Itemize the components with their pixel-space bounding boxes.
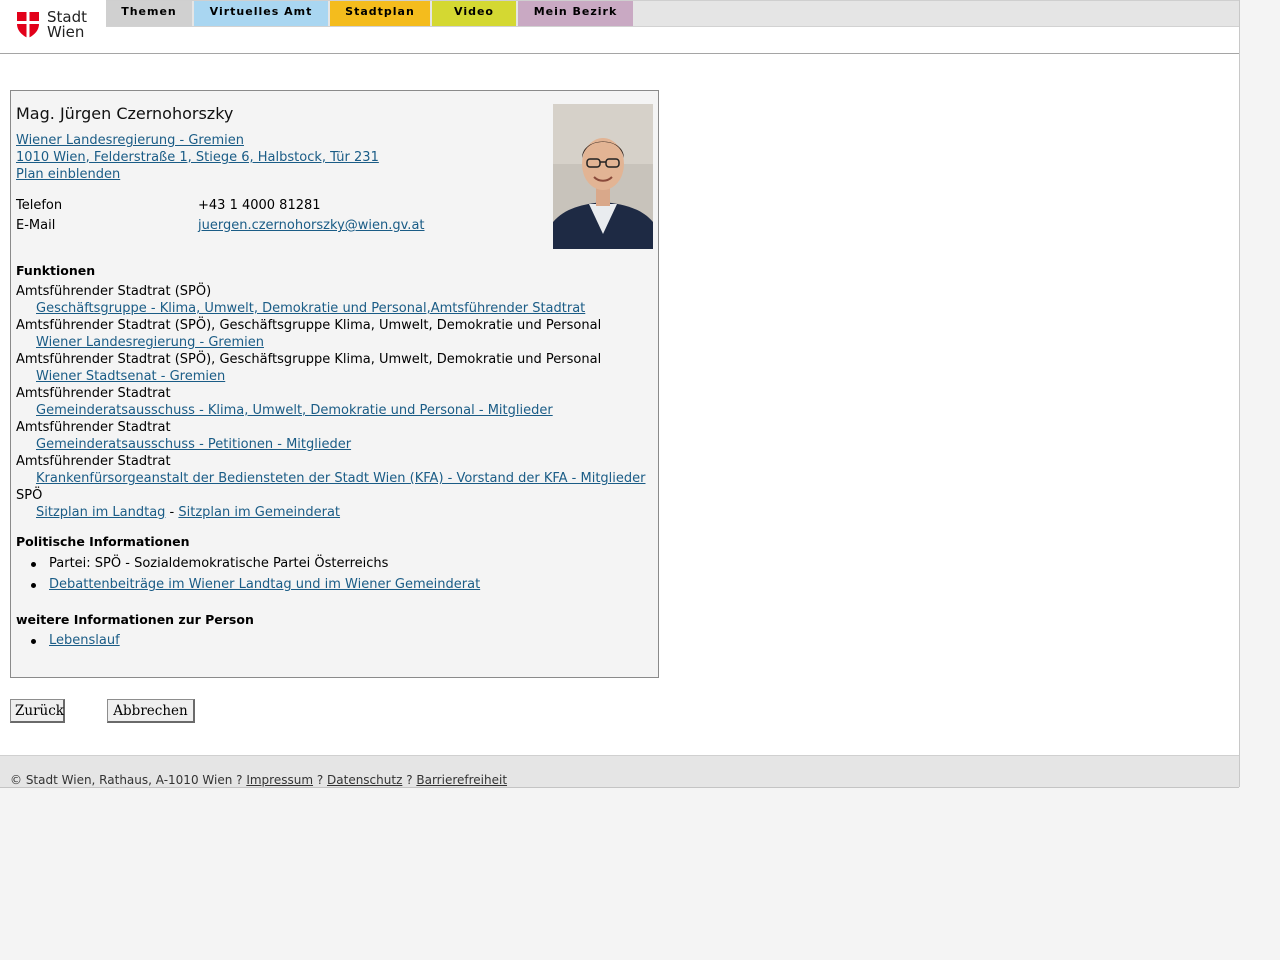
tab-mein-bezirk[interactable]: Mein Bezirk bbox=[518, 1, 633, 26]
tab-virtuelles-amt[interactable]: Virtuelles Amt bbox=[194, 1, 328, 26]
cancel-button[interactable]: Abbrechen bbox=[107, 699, 195, 723]
page: Stadt Wien Themen Virtuelles Amt Stadtpl… bbox=[0, 0, 1240, 788]
seat-plan-landtag-link[interactable]: Sitzplan im Landtag bbox=[36, 505, 165, 520]
more-info-heading: weitere Informationen zur Person bbox=[16, 612, 254, 627]
logo-text-line2: Wien bbox=[47, 23, 85, 41]
list-item: Partei: SPÖ - Sozialdemokratische Partei… bbox=[31, 556, 388, 571]
tab-themen[interactable]: Themen bbox=[106, 1, 192, 26]
portrait-image bbox=[553, 104, 653, 249]
functions-heading: Funktionen bbox=[16, 263, 96, 278]
tab-stadtplan[interactable]: Stadtplan bbox=[330, 1, 430, 26]
seat-plan-separator: - bbox=[165, 505, 179, 520]
stadt-wien-logo[interactable]: Stadt Wien bbox=[16, 9, 92, 43]
person-details-card: Mag. Jürgen Czernohorszky Wiener Landesr… bbox=[10, 90, 659, 678]
email-link[interactable]: juergen.czernohorszky@wien.gv.at bbox=[198, 218, 425, 233]
list-item: Debattenbeiträge im Wiener Landtag und i… bbox=[31, 577, 480, 592]
debate-contributions-link[interactable]: Debattenbeiträge im Wiener Landtag und i… bbox=[49, 577, 480, 592]
function-link[interactable]: Wiener Stadtsenat - Gremien bbox=[36, 369, 225, 384]
function-text: Amtsführender Stadtrat bbox=[16, 454, 171, 469]
show-map-link[interactable]: Plan einblenden bbox=[16, 167, 120, 182]
function-text: Amtsführender Stadtrat bbox=[16, 386, 171, 401]
person-name: Mag. Jürgen Czernohorszky bbox=[16, 104, 234, 123]
phone-label: Telefon bbox=[16, 198, 63, 213]
footer-separator: ? bbox=[402, 773, 417, 787]
seat-plan-links: Sitzplan im Landtag - Sitzplan im Gemein… bbox=[36, 505, 340, 520]
function-text: Amtsführender Stadtrat bbox=[16, 420, 171, 435]
party-text: SPÖ bbox=[16, 488, 43, 503]
logo-text: Stadt Wien bbox=[47, 10, 87, 40]
party-info: Partei: SPÖ - Sozialdemokratische Partei… bbox=[49, 556, 389, 571]
phone-value: +43 1 4000 81281 bbox=[198, 198, 321, 213]
org-link[interactable]: Wiener Landesregierung - Gremien bbox=[16, 133, 244, 148]
cv-link[interactable]: Lebenslauf bbox=[49, 633, 120, 648]
person-photo bbox=[553, 104, 653, 249]
function-link[interactable]: Wiener Landesregierung - Gremien bbox=[36, 335, 264, 350]
seat-plan-gemeinderat-link[interactable]: Sitzplan im Gemeinderat bbox=[178, 505, 340, 520]
address-link[interactable]: 1010 Wien, Felderstraße 1, Stiege 6, Hal… bbox=[16, 150, 379, 165]
wien-shield-icon bbox=[17, 12, 39, 38]
footer-text: © Stadt Wien, Rathaus, A-1010 Wien ? Imp… bbox=[10, 773, 507, 787]
privacy-link[interactable]: Datenschutz bbox=[327, 773, 402, 787]
function-link[interactable]: Gemeinderatsausschuss - Klima, Umwelt, D… bbox=[36, 403, 553, 418]
site-header: Stadt Wien Themen Virtuelles Amt Stadtpl… bbox=[0, 0, 1239, 54]
imprint-link[interactable]: Impressum bbox=[246, 773, 313, 787]
email-label: E-Mail bbox=[16, 218, 56, 233]
function-text: Amtsführender Stadtrat (SPÖ), Geschäftsg… bbox=[16, 318, 602, 333]
function-link[interactable]: Gemeinderatsausschuss - Petitionen - Mit… bbox=[36, 437, 351, 452]
back-button[interactable]: Zurück bbox=[10, 699, 65, 723]
political-info-heading: Politische Informationen bbox=[16, 534, 190, 549]
accessibility-link[interactable]: Barrierefreiheit bbox=[416, 773, 507, 787]
footer-separator: ? bbox=[313, 773, 328, 787]
tab-video[interactable]: Video bbox=[432, 1, 516, 26]
site-footer: © Stadt Wien, Rathaus, A-1010 Wien ? Imp… bbox=[0, 755, 1239, 788]
function-link[interactable]: Geschäftsgruppe - Klima, Umwelt, Demokra… bbox=[36, 301, 585, 316]
function-text: Amtsführender Stadtrat (SPÖ) bbox=[16, 284, 212, 299]
list-item: Lebenslauf bbox=[31, 633, 120, 648]
function-link[interactable]: Krankenfürsorgeanstalt der Bediensteten … bbox=[36, 471, 646, 486]
copyright-text: © Stadt Wien, Rathaus, A-1010 Wien ? bbox=[10, 773, 247, 787]
function-text: Amtsführender Stadtrat (SPÖ), Geschäftsg… bbox=[16, 352, 602, 367]
